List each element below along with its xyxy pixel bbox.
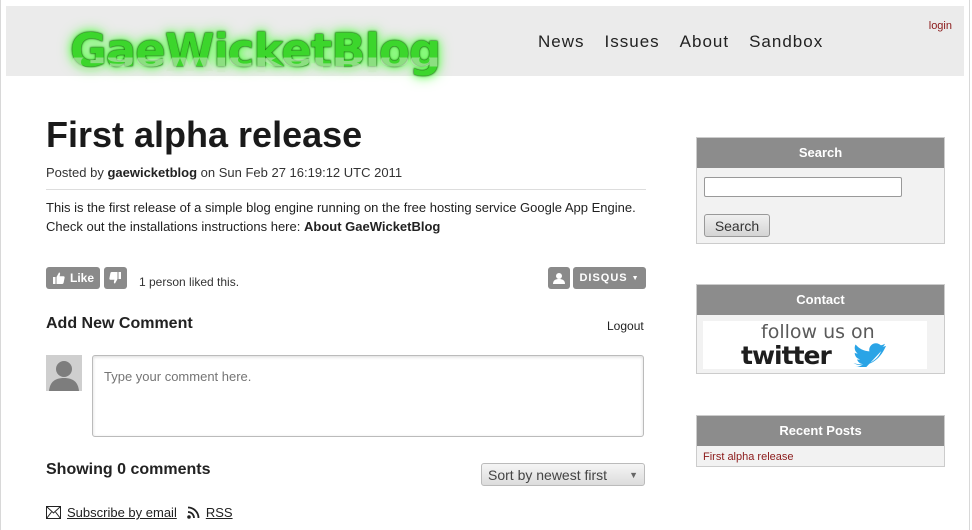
nav-issues[interactable]: Issues bbox=[605, 32, 660, 52]
nav-about[interactable]: About bbox=[680, 32, 729, 52]
post-title: First alpha release bbox=[46, 114, 363, 155]
disqus-label: DISQUS bbox=[579, 272, 628, 284]
add-comment-heading: Add New Comment bbox=[46, 315, 193, 332]
site-logo-reflection: GaeWicketBlog bbox=[70, 57, 441, 75]
chevron-down-icon: ▼ bbox=[629, 469, 638, 480]
sort-select[interactable]: Sort by newest first ▼ bbox=[481, 463, 645, 486]
login-link[interactable]: login bbox=[929, 20, 952, 32]
users-button[interactable] bbox=[548, 267, 570, 289]
disqus-menu-button[interactable]: DISQUS ▼ bbox=[573, 267, 646, 289]
like-button[interactable]: Like bbox=[46, 267, 100, 289]
comment-count: Showing 0 comments bbox=[46, 461, 211, 478]
divider bbox=[46, 189, 646, 190]
search-input[interactable] bbox=[704, 177, 902, 197]
posted-by-label: Posted by bbox=[46, 165, 104, 180]
thumbs-up-icon bbox=[52, 272, 65, 284]
like-count-text: 1 person liked this. bbox=[139, 275, 240, 289]
sort-selected-value: Sort by newest first bbox=[488, 466, 608, 483]
post-body-line1: This is the first release of a simple bl… bbox=[46, 200, 636, 215]
twitter-wordmark: twitter bbox=[741, 341, 832, 370]
post-body-line2: Check out the installations instructions… bbox=[46, 219, 301, 234]
post-meta: Posted by gaewicketblog on Sun Feb 27 16… bbox=[46, 165, 402, 180]
chevron-down-icon: ▼ bbox=[631, 274, 640, 282]
user-icon bbox=[553, 273, 565, 284]
search-widget-title: Search bbox=[697, 138, 944, 168]
rss-icon bbox=[187, 506, 200, 519]
twitter-follow-banner[interactable]: follow us on twitter bbox=[703, 321, 927, 370]
post-author: gaewicketblog bbox=[107, 165, 198, 180]
logout-link[interactable]: Logout bbox=[607, 319, 644, 333]
nav-news[interactable]: News bbox=[538, 32, 585, 52]
default-avatar-icon bbox=[46, 355, 82, 391]
contact-widget-title: Contact bbox=[697, 285, 944, 315]
dislike-button[interactable] bbox=[104, 267, 127, 289]
recent-posts-widget: Recent Posts First alpha release bbox=[696, 415, 945, 467]
avatar bbox=[46, 355, 82, 391]
post-body: This is the first release of a simple bl… bbox=[46, 198, 656, 236]
about-link[interactable]: About GaeWicketBlog bbox=[304, 219, 440, 234]
like-label: Like bbox=[69, 271, 94, 285]
recent-post-link[interactable]: First alpha release bbox=[703, 451, 794, 463]
subscribe-email-link[interactable]: Subscribe by email bbox=[67, 505, 177, 520]
post-date: on Sun Feb 27 16:19:12 UTC 2011 bbox=[200, 165, 403, 180]
envelope-icon bbox=[46, 506, 61, 519]
twitter-bird-icon bbox=[853, 343, 886, 367]
nav-sandbox[interactable]: Sandbox bbox=[749, 32, 823, 52]
comment-input[interactable] bbox=[92, 355, 644, 437]
recent-posts-title: Recent Posts bbox=[697, 416, 944, 446]
main-nav: News Issues About Sandbox bbox=[538, 32, 843, 52]
thumbs-down-icon bbox=[109, 272, 121, 284]
contact-widget: Contact follow us on twitter bbox=[696, 284, 945, 374]
subscribe-row: Subscribe by email RSS bbox=[46, 505, 233, 520]
rss-link[interactable]: RSS bbox=[206, 505, 233, 520]
twitter-follow-text: follow us on bbox=[761, 321, 875, 343]
search-button[interactable]: Search bbox=[704, 214, 770, 237]
search-widget: Search Search bbox=[696, 137, 945, 244]
